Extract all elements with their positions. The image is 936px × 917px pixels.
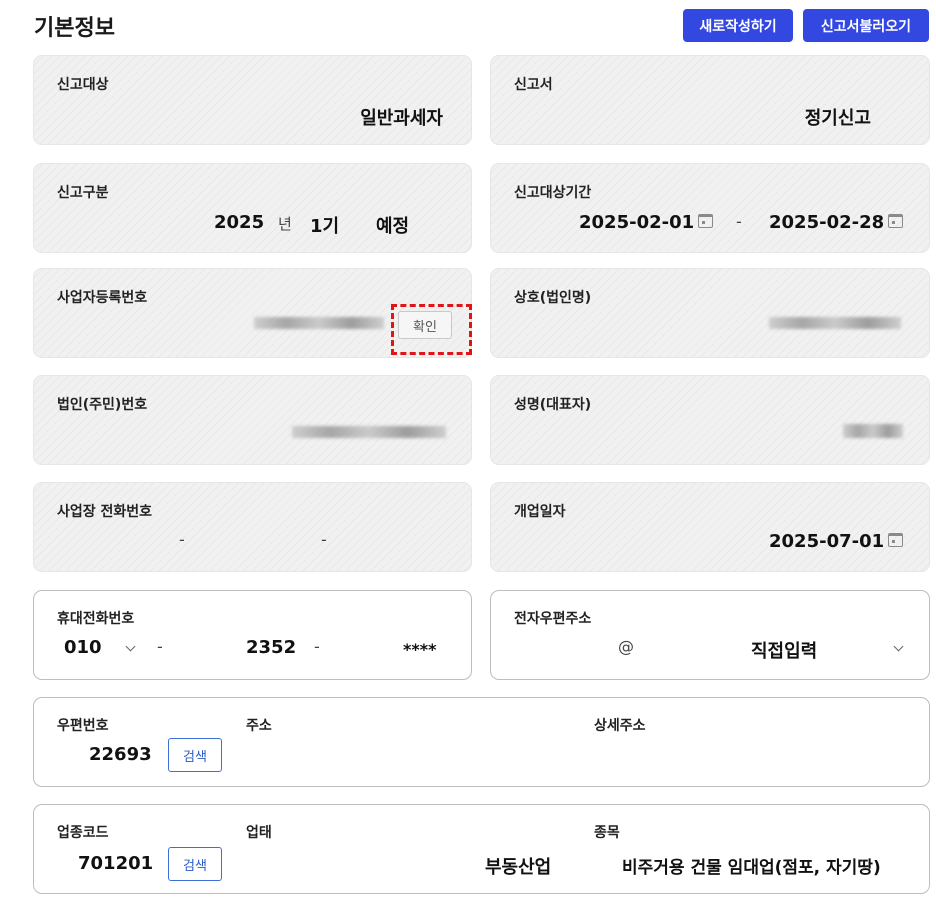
- report-period-label: 신고대상기간: [514, 185, 592, 201]
- zip-label: 우편번호: [57, 718, 109, 734]
- report-target-label: 신고대상: [57, 77, 109, 93]
- email-card: 전자우편주소 @ 직접입력: [490, 590, 930, 680]
- address-label: 주소: [246, 718, 272, 734]
- corp-id-label: 법인(주민)번호: [57, 397, 148, 413]
- open-date-label: 개업일자: [514, 504, 566, 520]
- email-at: @: [618, 637, 634, 656]
- open-date-card: 개업일자 2025-07-01: [490, 482, 930, 572]
- page-title: 기본정보: [34, 16, 115, 41]
- industry-code-label: 업종코드: [57, 825, 109, 841]
- highlight-box: [391, 304, 472, 355]
- report-form-label: 신고서: [514, 77, 553, 93]
- masked-value: [292, 426, 446, 438]
- chevron-down-icon[interactable]: [893, 641, 904, 652]
- masked-value: [769, 317, 901, 329]
- report-target-value: 일반과세자: [360, 108, 443, 129]
- calendar-icon[interactable]: [888, 214, 903, 228]
- rep-name-card: 성명(대표자): [490, 375, 930, 465]
- address-card: 우편번호 22693 검색 주소 상세주소: [33, 697, 930, 787]
- mobile-last[interactable]: ****: [403, 640, 436, 659]
- report-type-label: 신고구분: [57, 185, 109, 201]
- report-target-card: 신고대상 일반과세자: [33, 55, 472, 145]
- company-name-label: 상호(법인명): [514, 290, 592, 306]
- industry-code-value[interactable]: 701201: [78, 853, 153, 874]
- mobile-separator: -: [157, 637, 163, 656]
- industry-card: 업종코드 701201 검색 업태 부동산업 종목 비주거용 건물 임대업(점포…: [33, 804, 930, 894]
- email-domain-select[interactable]: 직접입력: [751, 637, 817, 663]
- zip-search-button[interactable]: 검색: [168, 738, 222, 772]
- report-year: 2025: [214, 212, 265, 233]
- industry-search-button[interactable]: 검색: [168, 847, 222, 881]
- new-form-button[interactable]: 새로작성하기: [683, 9, 793, 42]
- report-form-card: 신고서 정기신고: [490, 55, 930, 145]
- period-separator: -: [736, 212, 742, 231]
- detail-address-label: 상세주소: [594, 718, 646, 734]
- calendar-icon[interactable]: [698, 214, 713, 228]
- business-item-value: 비주거용 건물 임대업(점포, 자기땅): [622, 858, 881, 878]
- business-reg-label: 사업자등록번호: [57, 290, 148, 306]
- masked-value: [843, 424, 903, 438]
- corp-id-card: 법인(주민)번호: [33, 375, 472, 465]
- report-form-value: 정기신고: [804, 108, 871, 129]
- load-form-button[interactable]: 신고서불러오기: [803, 9, 929, 42]
- biz-phone-card: 사업장 전화번호 - -: [33, 482, 472, 572]
- mobile-label: 휴대전화번호: [57, 611, 135, 627]
- report-type-card: 신고구분 2025 년 1기 예정: [33, 163, 472, 253]
- report-period-term: 1기: [310, 216, 340, 237]
- open-date-value: 2025-07-01: [769, 531, 885, 552]
- mobile-middle[interactable]: 2352: [246, 637, 296, 658]
- business-type-label: 업태: [246, 825, 272, 841]
- period-end: 2025-02-28: [769, 212, 885, 233]
- email-label: 전자우편주소: [514, 611, 592, 627]
- masked-value: [254, 317, 384, 329]
- biz-phone-label: 사업장 전화번호: [57, 504, 153, 520]
- business-item-label: 종목: [594, 825, 620, 841]
- business-reg-card: 사업자등록번호 확인: [33, 268, 472, 358]
- report-kind: 예정: [376, 216, 410, 237]
- mobile-prefix[interactable]: 010: [64, 637, 102, 658]
- phone-separator: -: [179, 530, 185, 549]
- mobile-separator: -: [314, 637, 320, 656]
- chevron-down-icon[interactable]: [125, 641, 136, 652]
- rep-name-label: 성명(대표자): [514, 397, 592, 413]
- company-name-card: 상호(법인명): [490, 268, 930, 358]
- phone-separator: -: [321, 530, 327, 549]
- zip-value[interactable]: 22693: [89, 744, 152, 765]
- mobile-card: 휴대전화번호 010 - 2352 - ****: [33, 590, 472, 680]
- year-unit: 년: [278, 215, 292, 233]
- calendar-icon[interactable]: [888, 533, 903, 547]
- business-type-value: 부동산업: [485, 857, 552, 878]
- period-start: 2025-02-01: [579, 212, 695, 233]
- report-period-card: 신고대상기간 2025-02-01 - 2025-02-28: [490, 163, 930, 253]
